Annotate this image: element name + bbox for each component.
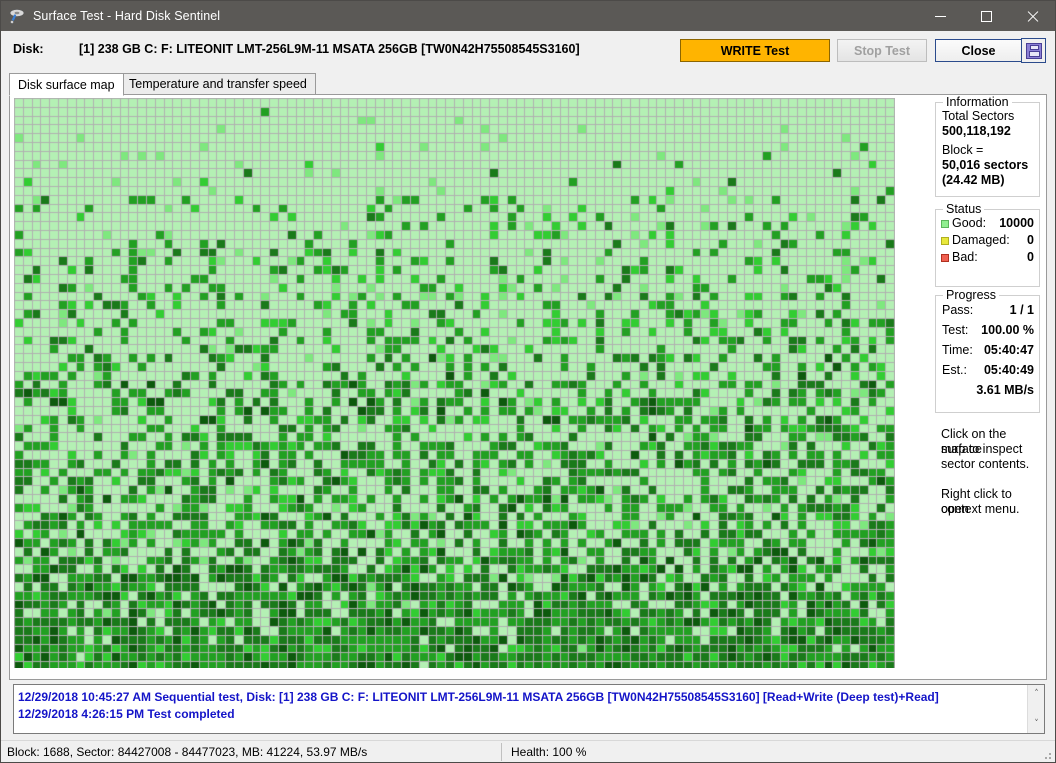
hint-rightclick-line2: context menu. [941, 502, 1020, 516]
pass-value: 1 / 1 [1009, 303, 1034, 317]
save-report-button[interactable] [1021, 38, 1046, 63]
good-swatch [941, 220, 949, 228]
test-label: Test: [942, 323, 969, 337]
est-label: Est.: [942, 363, 968, 377]
log-line: 12/29/2018 4:26:15 PM Test completed [18, 707, 235, 721]
status-legend: Status [943, 202, 985, 216]
status-bar-separator [501, 743, 502, 761]
information-group: Information Total Sectors 500,118,192 Bl… [935, 95, 1040, 197]
test-value: 100.00 % [981, 323, 1034, 337]
damaged-value: 0 [1027, 233, 1034, 247]
tab-temperature-transfer-speed[interactable]: Temperature and transfer speed [120, 73, 316, 95]
bad-value: 0 [1027, 250, 1034, 264]
hint-click-line3: sector contents. [941, 457, 1030, 471]
status-bar-left: Block: 1688, Sector: 84427008 - 84477023… [7, 745, 368, 759]
maximize-icon [980, 10, 992, 22]
minimize-icon [934, 15, 946, 17]
log-line: 12/29/2018 10:45:27 AM Sequential test, … [18, 690, 939, 704]
stop-test-label: Stop Test [853, 43, 911, 58]
disk-label: Disk: [13, 42, 44, 56]
write-test-button[interactable]: WRITE Test [680, 39, 830, 62]
scroll-down-icon[interactable]: ˅ [1028, 717, 1044, 731]
tab-disk-surface-map[interactable]: Disk surface map [9, 73, 124, 96]
resize-grip-icon[interactable] [1041, 749, 1053, 761]
log-scrollbar[interactable]: ˄ ˅ [1027, 685, 1044, 733]
stop-test-button[interactable]: Stop Test [837, 39, 927, 62]
log-panel[interactable]: 12/29/2018 10:45:27 AM Sequential test, … [13, 684, 1045, 734]
information-legend: Information [943, 95, 1012, 109]
tab-temperature-transfer-speed-label: Temperature and transfer speed [129, 77, 307, 91]
close-button-label: Close [961, 43, 996, 58]
status-bar: Block: 1688, Sector: 84427008 - 84477023… [1, 740, 1055, 762]
good-label: Good: [952, 216, 987, 230]
pass-label: Pass: [942, 303, 974, 317]
disk-probe-icon [9, 7, 27, 25]
time-value: 05:40:47 [983, 343, 1034, 357]
speed-value: 3.61 MB/s [976, 383, 1034, 397]
disk-value: [1] 238 GB C: F: LITEONIT LMT-256L9M-11 … [79, 42, 580, 56]
good-value: 10000 [999, 216, 1034, 230]
minimize-button[interactable] [917, 1, 963, 31]
hint-click-line2: map to inspect [941, 442, 1023, 456]
surface-map[interactable] [14, 98, 895, 668]
tab-strip: Disk surface map Temperature and transfe… [9, 73, 1047, 96]
progress-group: Progress Pass: 1 / 1 Test: 100.00 % Time… [935, 288, 1040, 413]
close-window-button[interactable] [1009, 1, 1055, 31]
total-sectors-label: Total Sectors [942, 109, 1015, 123]
progress-legend: Progress [943, 288, 1000, 302]
close-button[interactable]: Close [935, 39, 1022, 62]
est-value: 05:40:49 [983, 363, 1034, 377]
status-bar-right: Health: 100 % [511, 745, 587, 759]
surface-map-canvas[interactable] [14, 98, 895, 668]
scroll-up-icon[interactable]: ˄ [1028, 687, 1044, 701]
close-icon [1026, 10, 1039, 23]
status-group: Status Good: 10000 Damaged: 0 Bad: 0 [935, 202, 1040, 287]
block-size-value: (24.42 MB) [942, 173, 1005, 187]
block-value: 50,016 sectors [942, 158, 1029, 172]
window-title: Surface Test - Hard Disk Sentinel [33, 9, 221, 23]
surface-test-window: Surface Test - Hard Disk Sentinel Disk: … [0, 0, 1056, 763]
title-bar: Surface Test - Hard Disk Sentinel [1, 1, 1055, 31]
bad-swatch [941, 254, 949, 262]
maximize-button[interactable] [963, 1, 1009, 31]
tab-disk-surface-map-label: Disk surface map [18, 77, 115, 92]
damaged-swatch [941, 237, 949, 245]
total-sectors-value: 500,118,192 [942, 124, 1011, 138]
block-label: Block = [942, 143, 984, 157]
bad-label: Bad: [952, 250, 978, 264]
floppy-save-icon [1025, 42, 1042, 59]
